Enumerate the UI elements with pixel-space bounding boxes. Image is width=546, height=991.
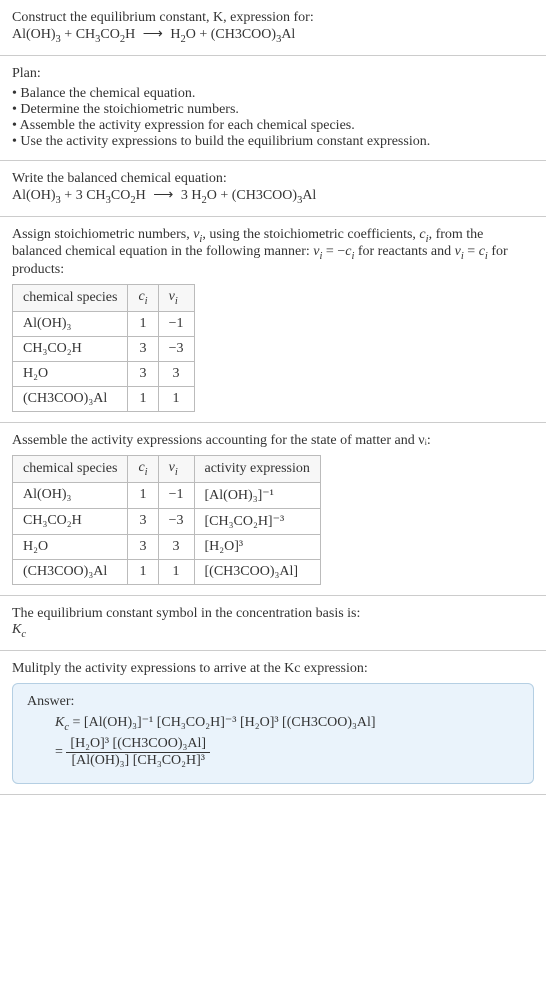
- cell-c: 1: [128, 386, 158, 411]
- kc-flat-expression: Kc = [Al(OH)₃]⁻¹ [CH₃CO₂H]⁻³ [H₂O]³ [(CH…: [55, 714, 519, 733]
- cell-n: −3: [158, 336, 194, 361]
- table-row: H₂O33[H₂O]³: [13, 534, 321, 559]
- table-row: Al(OH)₃1−1[Al(OH)₃]⁻¹: [13, 482, 321, 508]
- cell-n: 1: [158, 386, 194, 411]
- col-activity: activity expression: [194, 455, 320, 482]
- prompt-section: Construct the equilibrium constant, K, e…: [0, 0, 546, 56]
- cell-c: 3: [128, 534, 158, 559]
- kc-symbol: Kc: [12, 622, 534, 640]
- balanced-title: Write the balanced chemical equation:: [12, 171, 534, 187]
- col-ci: ci: [128, 285, 158, 312]
- unbalanced-equation: Al(OH)3 + CH3CO2H ⟶ H2O + (CH3COO)3Al: [12, 26, 534, 45]
- cell-c: 3: [128, 361, 158, 386]
- col-nui: νi: [158, 455, 194, 482]
- cell-species: (CH3COO)₃Al: [13, 386, 128, 411]
- plus: +: [64, 27, 75, 42]
- cell-species: H₂O: [13, 361, 128, 386]
- cell-n: −1: [158, 482, 194, 508]
- stoich-intro: Assign stoichiometric numbers, νi, using…: [12, 227, 534, 279]
- cell-n: −1: [158, 311, 194, 336]
- plan-list: Balance the chemical equation. Determine…: [12, 86, 534, 150]
- arrow-icon: ⟶: [149, 188, 177, 203]
- cell-species: H₂O: [13, 534, 128, 559]
- cell-species: (CH3COO)₃Al: [13, 559, 128, 584]
- cell-species: Al(OH)₃: [13, 482, 128, 508]
- arrow-icon: ⟶: [139, 27, 167, 42]
- table-row: CH₃CO₂H3−3: [13, 336, 195, 361]
- denominator: [Al(OH)₃] [CH₃CO₂H]³: [66, 753, 210, 769]
- species: H2O: [170, 27, 196, 42]
- col-ci: ci: [128, 455, 158, 482]
- table-row: (CH3COO)₃Al11[(CH3COO)₃Al]: [13, 559, 321, 584]
- cell-c: 3: [128, 508, 158, 534]
- cell-n: 3: [158, 534, 194, 559]
- numerator: [H₂O]³ [(CH3COO)₃Al]: [66, 736, 210, 753]
- plus: +: [199, 27, 210, 42]
- multiply-section: Mulitply the activity expressions to arr…: [0, 651, 546, 796]
- cell-c: 1: [128, 482, 158, 508]
- symbol-line: The equilibrium constant symbol in the c…: [12, 606, 534, 622]
- species: Al(OH)3: [12, 188, 61, 203]
- fraction: [H₂O]³ [(CH3COO)₃Al] [Al(OH)₃] [CH₃CO₂H]…: [66, 736, 210, 769]
- balanced-equation: Al(OH)3 + 3 CH3CO2H ⟶ 3 H2O + (CH3COO)3A…: [12, 187, 534, 206]
- col-nui: νi: [158, 285, 194, 312]
- cell-species: CH₃CO₂H: [13, 336, 128, 361]
- cell-species: Al(OH)₃: [13, 311, 128, 336]
- plan-item: Assemble the activity expression for eac…: [12, 118, 534, 134]
- species: (CH3COO)3Al: [232, 188, 317, 203]
- cell-c: 1: [128, 311, 158, 336]
- stoich-section: Assign stoichiometric numbers, νi, using…: [0, 217, 546, 423]
- prompt-line: Construct the equilibrium constant, K, e…: [12, 10, 534, 26]
- plus: +: [64, 188, 75, 203]
- cell-activity: [(CH3COO)₃Al]: [194, 559, 320, 584]
- cell-c: 1: [128, 559, 158, 584]
- plan-item: Use the activity expressions to build th…: [12, 134, 534, 150]
- cell-activity: [CH₃CO₂H]⁻³: [194, 508, 320, 534]
- cell-c: 3: [128, 336, 158, 361]
- cell-species: CH₃CO₂H: [13, 508, 128, 534]
- cell-activity: [Al(OH)₃]⁻¹: [194, 482, 320, 508]
- plus: +: [220, 188, 231, 203]
- plan-item: Balance the chemical equation.: [12, 86, 534, 102]
- cell-n: −3: [158, 508, 194, 534]
- table-header-row: chemical species ci νi: [13, 285, 195, 312]
- activity-table: chemical species ci νi activity expressi…: [12, 455, 321, 585]
- answer-label: Answer:: [27, 694, 519, 710]
- kc-fraction-expression: = [H₂O]³ [(CH3COO)₃Al] [Al(OH)₃] [CH₃CO₂…: [55, 736, 519, 769]
- cell-n: 1: [158, 559, 194, 584]
- table-row: H₂O33: [13, 361, 195, 386]
- col-species: chemical species: [13, 455, 128, 482]
- stoich-table: chemical species ci νi Al(OH)₃1−1 CH₃CO₂…: [12, 284, 195, 412]
- table-row: CH₃CO₂H3−3[CH₃CO₂H]⁻³: [13, 508, 321, 534]
- multiply-line: Mulitply the activity expressions to arr…: [12, 661, 534, 677]
- species: 3 CH3CO2H: [76, 188, 146, 203]
- table-row: Al(OH)₃1−1: [13, 311, 195, 336]
- species: CH3CO2H: [76, 27, 136, 42]
- activity-intro: Assemble the activity expressions accoun…: [12, 433, 534, 449]
- col-species: chemical species: [13, 285, 128, 312]
- table-header-row: chemical species ci νi activity expressi…: [13, 455, 321, 482]
- plan-title: Plan:: [12, 66, 534, 82]
- cell-n: 3: [158, 361, 194, 386]
- table-row: (CH3COO)₃Al11: [13, 386, 195, 411]
- symbol-section: The equilibrium constant symbol in the c…: [0, 596, 546, 651]
- equals: =: [55, 745, 66, 760]
- species: (CH3COO)3Al: [211, 27, 296, 42]
- cell-activity: [H₂O]³: [194, 534, 320, 559]
- prompt-text: Construct the equilibrium constant, K, e…: [12, 10, 314, 25]
- activity-section: Assemble the activity expressions accoun…: [0, 423, 546, 596]
- plan-item: Determine the stoichiometric numbers.: [12, 102, 534, 118]
- answer-box: Answer: Kc = [Al(OH)₃]⁻¹ [CH₃CO₂H]⁻³ [H₂…: [12, 683, 534, 785]
- species: 3 H2O: [181, 188, 217, 203]
- species: Al(OH)3: [12, 27, 61, 42]
- plan-section: Plan: Balance the chemical equation. Det…: [0, 56, 546, 161]
- balanced-section: Write the balanced chemical equation: Al…: [0, 161, 546, 217]
